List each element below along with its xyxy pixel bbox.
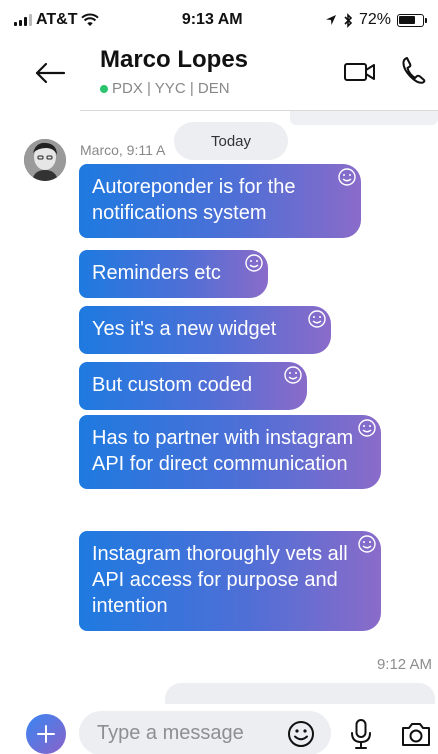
back-arrow-icon (35, 62, 66, 84)
message-text: Reminders etc (92, 262, 221, 284)
message-text: Instagram thoroughly vets all API access… (92, 543, 348, 617)
microphone-button[interactable] (348, 717, 374, 751)
message-bubble[interactable]: Yes it's a new widget (79, 306, 331, 354)
message-bubble[interactable]: Instagram thoroughly vets all API access… (79, 531, 381, 631)
reaction-icon[interactable] (307, 309, 327, 329)
status-right: 72% (325, 11, 427, 29)
previous-message-edge (290, 111, 438, 125)
signal-icon (14, 14, 32, 26)
reaction-icon[interactable] (357, 418, 377, 438)
back-button[interactable] (32, 58, 68, 88)
avatar-photo (24, 139, 66, 181)
battery-percent: 72% (358, 11, 391, 28)
battery-icon (396, 13, 427, 27)
battery-fill (399, 16, 416, 24)
emoji-icon (288, 721, 314, 747)
message-text: Yes it's a new widget (92, 318, 277, 340)
microphone-icon (351, 719, 371, 749)
reaction-icon[interactable] (337, 167, 357, 187)
add-button[interactable] (26, 714, 66, 754)
message-composer (0, 704, 438, 754)
audio-call-button[interactable] (398, 54, 428, 86)
contact-name[interactable]: Marco Lopes (100, 46, 248, 74)
phone-icon (402, 57, 426, 84)
video-call-icon (344, 63, 375, 81)
contact-subtitle: PDX | YYC | DEN (112, 80, 230, 97)
sender-name-time: Marco, 9:11 A (80, 142, 166, 158)
plus-icon (37, 725, 55, 743)
camera-icon (402, 723, 430, 746)
message-bubble[interactable]: Has to partner with instagram API for di… (79, 415, 381, 489)
reaction-icon[interactable] (357, 534, 377, 554)
video-call-button[interactable] (342, 58, 378, 86)
conversation-header: Marco Lopes PDX | YYC | DEN (0, 40, 438, 112)
contact-status: PDX | YYC | DEN (100, 80, 230, 97)
carrier-label: AT&T (36, 11, 78, 28)
status-left: AT&T (14, 11, 100, 29)
online-indicator (100, 84, 108, 93)
status-time: 9:13 AM (181, 11, 243, 28)
date-separator: Today (174, 122, 288, 160)
message-bubble[interactable]: Autoreponder is for the notifications sy… (79, 164, 361, 238)
message-bubble[interactable]: Reminders etc (79, 250, 268, 298)
status-bar: AT&T 9:13 AM 72% (0, 0, 438, 40)
message-bubble[interactable]: But custom coded (79, 362, 307, 410)
wifi-icon (81, 13, 100, 26)
emoji-button[interactable] (286, 719, 316, 749)
location-icon (325, 15, 336, 25)
reaction-icon[interactable] (283, 365, 303, 385)
message-text: Autoreponder is for the notifications sy… (92, 176, 296, 224)
bluetooth-icon (344, 12, 353, 28)
message-text: But custom coded (92, 374, 253, 396)
camera-button[interactable] (399, 719, 433, 749)
message-timestamp: 9:12 AM (376, 656, 432, 673)
message-text: Has to partner with instagram API for di… (92, 427, 354, 475)
reaction-icon[interactable] (244, 253, 264, 273)
sender-avatar[interactable] (24, 139, 66, 181)
